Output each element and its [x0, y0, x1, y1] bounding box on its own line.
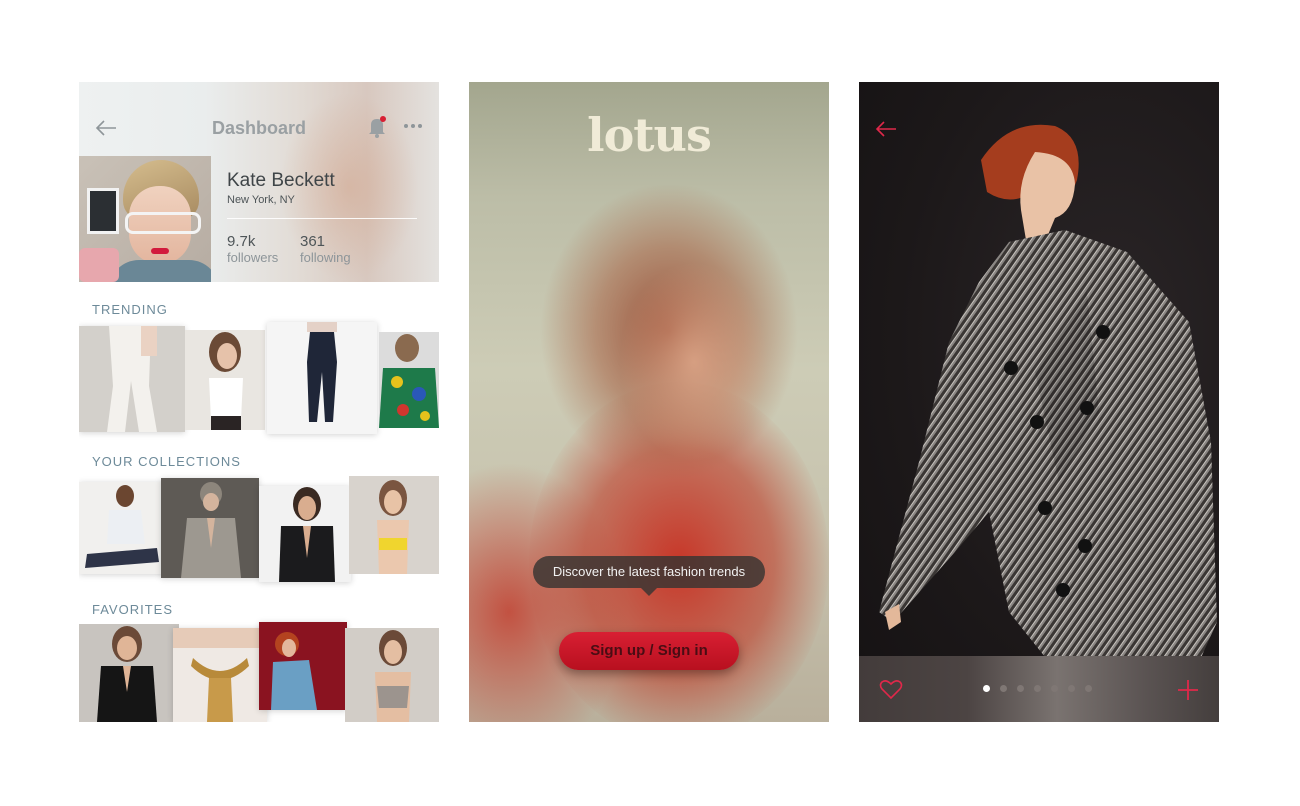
favorite-item[interactable]	[173, 628, 267, 722]
bell-icon[interactable]	[366, 115, 388, 139]
collection-item[interactable]	[161, 478, 259, 578]
collection-item[interactable]	[79, 482, 165, 574]
following-count[interactable]: 361	[300, 233, 325, 250]
plus-icon[interactable]	[1177, 679, 1199, 701]
carousel-dot[interactable]	[983, 685, 990, 692]
dashboard-screen: Dashboard Kate Beckett New York, NY 9.7k…	[79, 82, 439, 722]
trending-item[interactable]	[267, 322, 377, 434]
divider	[227, 218, 417, 219]
carousel-dot[interactable]	[1085, 685, 1092, 692]
collection-item[interactable]	[259, 486, 351, 582]
tooltip: Discover the latest fashion trends	[533, 556, 765, 588]
back-arrow-icon[interactable]	[875, 119, 897, 139]
following-label[interactable]: following	[300, 250, 351, 265]
heart-icon[interactable]	[879, 678, 903, 700]
favorite-item[interactable]	[345, 628, 439, 722]
carousel-dot[interactable]	[1068, 685, 1075, 692]
favorite-item[interactable]	[79, 624, 179, 722]
section-title-trending: TRENDING	[92, 302, 168, 317]
section-title-favorites: FAVORITES	[92, 602, 173, 617]
profile-location: New York, NY	[227, 194, 295, 206]
profile-name: Kate Beckett	[227, 170, 335, 191]
bottom-bar	[859, 656, 1219, 722]
carousel-dots	[983, 685, 1102, 692]
lotus-logo: lotus	[587, 108, 712, 162]
tooltip-arrow	[641, 588, 657, 596]
followers-label[interactable]: followers	[227, 250, 278, 265]
trending-item[interactable]	[79, 326, 185, 432]
section-title-collections: YOUR COLLECTIONS	[92, 454, 241, 469]
carousel-dot[interactable]	[1000, 685, 1007, 692]
carousel-dot[interactable]	[1034, 685, 1041, 692]
favorite-item[interactable]	[259, 622, 347, 710]
followers-count[interactable]: 9.7k	[227, 233, 255, 250]
carousel-dot[interactable]	[1017, 685, 1024, 692]
product-image[interactable]	[859, 82, 1219, 662]
trending-item[interactable]	[185, 330, 265, 430]
avatar[interactable]	[79, 156, 211, 282]
sign-in-button[interactable]: Sign up / Sign in	[559, 632, 739, 670]
trending-item[interactable]	[379, 332, 439, 428]
carousel-dot[interactable]	[1051, 685, 1058, 692]
product-screen	[859, 82, 1219, 722]
splash-screen: lotus Discover the latest fashion trends…	[469, 82, 829, 722]
more-icon[interactable]	[404, 124, 425, 128]
collection-item[interactable]	[349, 476, 439, 574]
top-bar: Dashboard	[79, 110, 439, 146]
